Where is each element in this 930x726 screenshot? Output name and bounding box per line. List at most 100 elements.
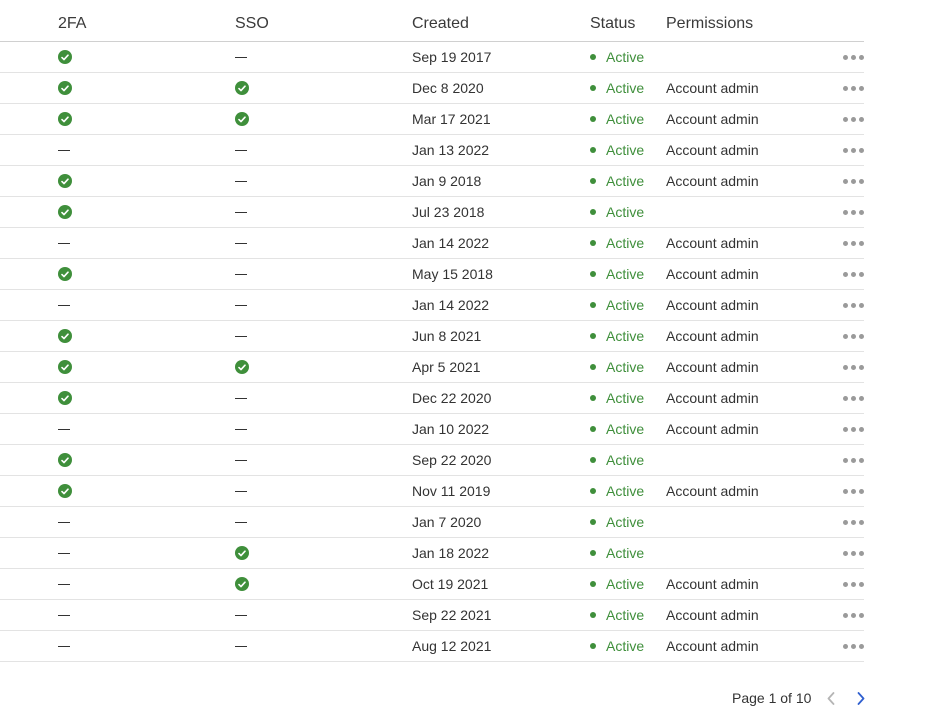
column-header-status[interactable]: Status (590, 15, 635, 33)
status-label: Active (606, 514, 645, 530)
table-row[interactable]: Jan 13 2022 Active Account admin (0, 135, 864, 166)
table-row[interactable]: Nov 11 2019 Active Account admin (0, 476, 864, 507)
table-row[interactable]: Jun 8 2021 Active Account admin (0, 321, 864, 352)
status-dot-icon (590, 643, 596, 649)
sso-cell (235, 414, 247, 444)
status-badge: Active (590, 135, 644, 165)
permissions-label: Account admin (666, 638, 759, 654)
status-label: Active (606, 452, 645, 468)
created-date: Dec 22 2020 (412, 390, 492, 406)
status-badge: Active (590, 631, 644, 661)
dash-icon (235, 521, 247, 523)
more-horizontal-icon[interactable] (843, 299, 864, 312)
status-dot-icon (590, 302, 596, 308)
column-header-2fa[interactable]: 2FA (58, 15, 86, 33)
more-horizontal-icon[interactable] (843, 330, 864, 343)
more-horizontal-icon[interactable] (843, 547, 864, 560)
more-horizontal-icon[interactable] (843, 578, 864, 591)
status-label: Active (606, 359, 645, 375)
status-dot-icon (590, 457, 596, 463)
table-row[interactable]: Apr 5 2021 Active Account admin (0, 352, 864, 383)
sso-cell (235, 445, 247, 475)
dash-icon (235, 242, 247, 244)
status-badge: Active (590, 383, 644, 413)
table-row[interactable]: Jan 7 2020 Active (0, 507, 864, 538)
twofa-cell (58, 197, 72, 227)
more-horizontal-icon[interactable] (843, 485, 864, 498)
created-date: Oct 19 2021 (412, 576, 489, 592)
sso-cell (235, 104, 249, 134)
table-row[interactable]: Sep 19 2017 Active (0, 42, 864, 73)
table-row[interactable]: Dec 22 2020 Active Account admin (0, 383, 864, 414)
sso-cell (235, 383, 247, 413)
created-date: Apr 5 2021 (412, 359, 481, 375)
table-row[interactable]: Oct 19 2021 Active Account admin (0, 569, 864, 600)
sso-cell (235, 42, 247, 72)
dash-icon (235, 211, 247, 213)
created-date: Sep 22 2020 (412, 452, 492, 468)
more-horizontal-icon[interactable] (843, 82, 864, 95)
dash-icon (235, 459, 247, 461)
more-horizontal-icon[interactable] (843, 361, 864, 374)
dash-icon (235, 180, 247, 182)
more-horizontal-icon[interactable] (843, 423, 864, 436)
more-horizontal-icon[interactable] (843, 175, 864, 188)
more-horizontal-icon[interactable] (843, 237, 864, 250)
status-label: Active (606, 111, 645, 127)
sso-cell (235, 135, 247, 165)
column-header-permissions[interactable]: Permissions (666, 15, 753, 33)
status-dot-icon (590, 147, 596, 153)
column-header-created[interactable]: Created (412, 15, 469, 33)
created-date: Jun 8 2021 (412, 328, 482, 344)
more-horizontal-icon[interactable] (843, 516, 864, 529)
twofa-cell (58, 352, 72, 382)
table-row[interactable]: Sep 22 2021 Active Account admin (0, 600, 864, 631)
created-date: Jan 18 2022 (412, 545, 490, 561)
table-row[interactable]: Jan 9 2018 Active Account admin (0, 166, 864, 197)
table-row[interactable]: Dec 8 2020 Active Account admin (0, 73, 864, 104)
more-horizontal-icon[interactable] (843, 392, 864, 405)
status-label: Active (606, 576, 645, 592)
table-row[interactable]: Jan 18 2022 Active (0, 538, 864, 569)
more-horizontal-icon[interactable] (843, 609, 864, 622)
more-horizontal-icon[interactable] (843, 113, 864, 126)
dash-icon (58, 552, 70, 554)
table-row[interactable]: Aug 12 2021 Active Account admin (0, 631, 864, 662)
created-date: May 15 2018 (412, 266, 493, 282)
more-horizontal-icon[interactable] (843, 206, 864, 219)
status-dot-icon (590, 85, 596, 91)
more-horizontal-icon[interactable] (843, 640, 864, 653)
column-header-sso[interactable]: SSO (235, 15, 269, 33)
next-page-button[interactable] (853, 688, 869, 708)
sso-cell (235, 197, 247, 227)
status-badge: Active (590, 569, 644, 599)
sso-cell (235, 166, 247, 196)
row-actions-cell (843, 631, 864, 661)
sso-cell (235, 476, 247, 506)
more-horizontal-icon[interactable] (843, 51, 864, 64)
twofa-cell (58, 569, 70, 599)
row-actions-cell (843, 290, 864, 320)
permissions-label: Account admin (666, 111, 759, 127)
sso-cell (235, 228, 247, 258)
table-row[interactable]: Jul 23 2018 Active (0, 197, 864, 228)
prev-page-button[interactable] (823, 688, 839, 708)
table-row[interactable]: May 15 2018 Active Account admin (0, 259, 864, 290)
more-horizontal-icon[interactable] (843, 268, 864, 281)
row-actions-cell (843, 104, 864, 134)
table-row[interactable]: Jan 14 2022 Active Account admin (0, 228, 864, 259)
check-circle-icon (58, 205, 72, 219)
status-label: Active (606, 638, 645, 654)
more-horizontal-icon[interactable] (843, 454, 864, 467)
row-actions-cell (843, 166, 864, 196)
table-row[interactable]: Mar 17 2021 Active Account admin (0, 104, 864, 135)
table-row[interactable]: Jan 10 2022 Active Account admin (0, 414, 864, 445)
more-horizontal-icon[interactable] (843, 144, 864, 157)
table-row[interactable]: Jan 14 2022 Active Account admin (0, 290, 864, 321)
status-dot-icon (590, 519, 596, 525)
created-date: Sep 19 2017 (412, 49, 492, 65)
check-circle-icon (58, 484, 72, 498)
table-row[interactable]: Sep 22 2020 Active (0, 445, 864, 476)
check-circle-icon (58, 391, 72, 405)
permissions-label: Account admin (666, 359, 759, 375)
